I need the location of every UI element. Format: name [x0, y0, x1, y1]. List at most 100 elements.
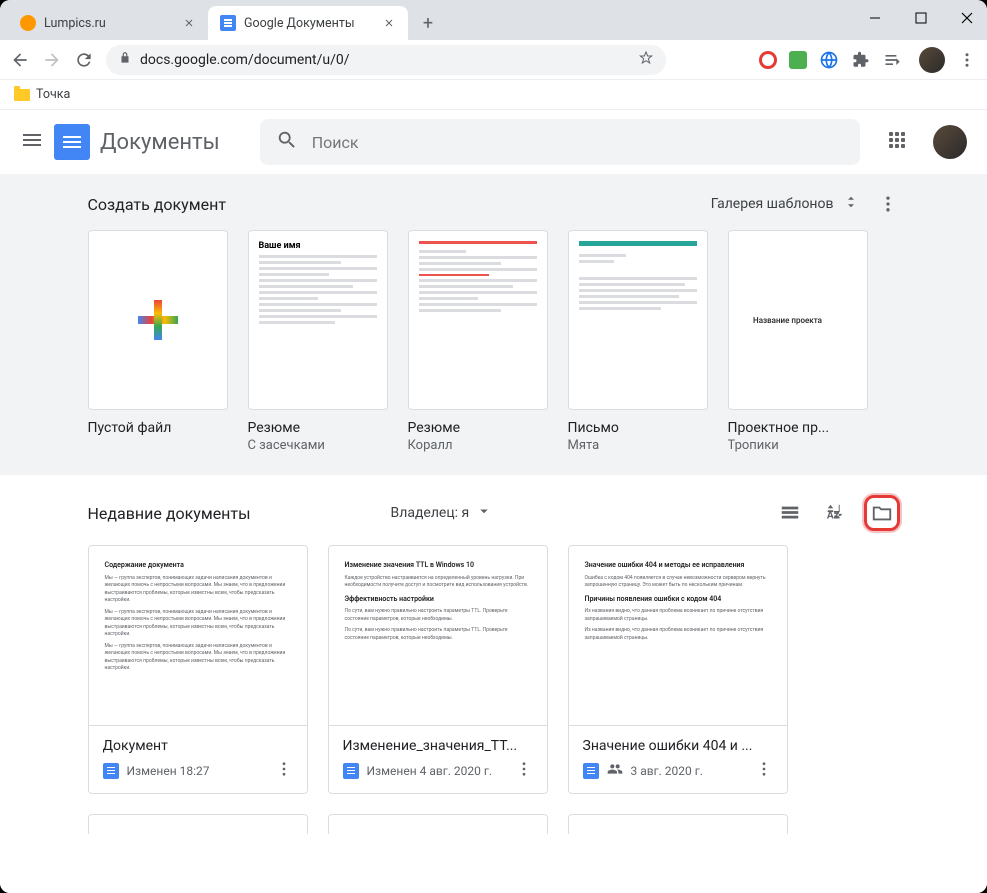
reload-button[interactable]: [74, 50, 94, 70]
tab-favicon: [20, 15, 36, 31]
profile-avatar[interactable]: [919, 47, 945, 73]
main-menu-button[interactable]: [20, 128, 44, 156]
more-icon[interactable]: [515, 760, 533, 781]
template-label: Резюме: [408, 420, 548, 436]
template-sublabel: Мята: [568, 438, 708, 453]
document-title: Документ: [103, 738, 293, 754]
templates-section: Создать документ Галерея шаблонов Пустой…: [0, 174, 987, 475]
tab-lumpics[interactable]: Lumpics.ru: [8, 6, 208, 40]
docs-logo-icon[interactable]: [54, 124, 90, 160]
titlebar: Lumpics.ru Google Документы +: [0, 0, 987, 40]
tab-favicon: [220, 15, 236, 31]
open-file-picker-button[interactable]: [864, 495, 900, 531]
section-title: Недавние документы: [88, 504, 251, 523]
document-title: Изменение_значения_TT...: [343, 738, 533, 754]
more-icon[interactable]: [275, 760, 293, 781]
template-sublabel: С засечками: [248, 438, 388, 453]
tab-title: Google Документы: [244, 16, 374, 31]
browser-window: Lumpics.ru Google Документы +: [0, 0, 987, 893]
search-icon: [276, 129, 298, 155]
lock-icon: [118, 50, 132, 69]
template-label: Проектное пр...: [728, 420, 868, 436]
document-preview: Содержание документа Мы — группа эксперт…: [89, 546, 307, 726]
doc-type-icon: [103, 763, 119, 779]
template-sublabel: Тропики: [728, 438, 868, 453]
document-card[interactable]: Значение ошибки 404 и методы ее исправле…: [568, 545, 788, 794]
extensions-icon[interactable]: [851, 50, 871, 70]
doc-type-icon: [343, 763, 359, 779]
recent-section: Недавние документы Владелец: я AZ Содерж…: [64, 475, 924, 834]
account-avatar[interactable]: [933, 125, 967, 159]
tab-title: Lumpics.ru: [44, 16, 174, 31]
template-label: Пустой файл: [88, 420, 228, 436]
project-name: Название проекта: [743, 306, 832, 335]
window-controls: [861, 4, 981, 32]
app-title: Документы: [100, 130, 220, 155]
ext-globe-icon[interactable]: [819, 50, 839, 70]
shared-icon: [607, 761, 623, 780]
document-card[interactable]: [88, 814, 308, 834]
extensions: [759, 47, 977, 73]
document-meta: Изменен 4 авг. 2020 г.: [367, 764, 507, 778]
folder-icon: [14, 89, 30, 101]
template-label: Письмо: [568, 420, 708, 436]
owner-filter-label: Владелец: я: [391, 505, 470, 521]
apps-grid-icon[interactable]: [889, 132, 909, 152]
document-card[interactable]: [568, 814, 788, 834]
back-button[interactable]: [10, 50, 30, 70]
plus-icon: [138, 300, 178, 340]
template-resume-serif[interactable]: Ваше имя Резюме С засечками: [248, 230, 388, 453]
template-sublabel: Коралл: [408, 438, 548, 453]
search-input[interactable]: [312, 133, 844, 152]
new-tab-button[interactable]: +: [414, 9, 442, 37]
menu-icon[interactable]: [957, 50, 977, 70]
document-meta: 3 авг. 2020 г.: [631, 764, 747, 778]
omnibox[interactable]: [106, 45, 666, 75]
ext-music-icon[interactable]: [789, 51, 807, 69]
address-bar: [0, 40, 987, 80]
maximize-button[interactable]: [907, 4, 935, 32]
url-input[interactable]: [140, 52, 630, 68]
document-preview: Изменение значения TTL в Windows 10 Кажд…: [329, 546, 547, 726]
close-button[interactable]: [953, 4, 981, 32]
document-preview: Значение ошибки 404 и методы ее исправле…: [569, 546, 787, 726]
unfold-icon: [842, 193, 860, 215]
search-box[interactable]: [260, 119, 860, 165]
bookmark-item[interactable]: Точка: [36, 87, 70, 102]
ext-opera-icon[interactable]: [759, 51, 777, 69]
app-header: Документы: [0, 110, 987, 174]
svg-text:AZ: AZ: [826, 511, 839, 522]
close-icon[interactable]: [382, 16, 396, 30]
doc-type-icon: [583, 763, 599, 779]
tab-strip: Lumpics.ru Google Документы +: [8, 6, 442, 40]
more-options-button[interactable]: [876, 192, 900, 216]
forward-button[interactable]: [42, 50, 62, 70]
template-letter-mint[interactable]: Письмо Мята: [568, 230, 708, 453]
document-card[interactable]: Изменение значения TTL в Windows 10 Кажд…: [328, 545, 548, 794]
template-blank[interactable]: Пустой файл: [88, 230, 228, 453]
minimize-button[interactable]: [861, 4, 889, 32]
dropdown-icon: [475, 502, 493, 524]
document-card[interactable]: Содержание документа Мы — группа эксперт…: [88, 545, 308, 794]
gallery-label: Галерея шаблонов: [711, 196, 834, 212]
document-title: Значение ошибки 404 и ...: [583, 738, 773, 754]
section-title: Создать документ: [88, 195, 227, 214]
template-gallery-toggle[interactable]: Галерея шаблонов: [711, 193, 860, 215]
owner-filter[interactable]: Владелец: я: [391, 502, 494, 524]
content-area: Создать документ Галерея шаблонов Пустой…: [0, 174, 987, 893]
tab-google-docs[interactable]: Google Документы: [208, 6, 408, 40]
template-label: Резюме: [248, 420, 388, 436]
star-icon[interactable]: [638, 50, 654, 70]
more-icon[interactable]: [755, 760, 773, 781]
sort-button[interactable]: AZ: [818, 495, 854, 531]
template-row: Пустой файл Ваше имя Резюме С засечками: [88, 230, 900, 453]
template-project-tropics[interactable]: Название проекта Проектное пр... Тропики: [728, 230, 868, 453]
bookmarks-bar: Точка: [0, 80, 987, 110]
document-grid: Содержание документа Мы — группа эксперт…: [88, 545, 900, 834]
template-resume-coral[interactable]: Резюме Коралл: [408, 230, 548, 453]
reading-list-icon[interactable]: [883, 50, 903, 70]
close-icon[interactable]: [182, 16, 196, 30]
document-card[interactable]: [328, 814, 548, 834]
document-meta: Изменен 18:27: [127, 764, 267, 778]
list-view-button[interactable]: [772, 495, 808, 531]
